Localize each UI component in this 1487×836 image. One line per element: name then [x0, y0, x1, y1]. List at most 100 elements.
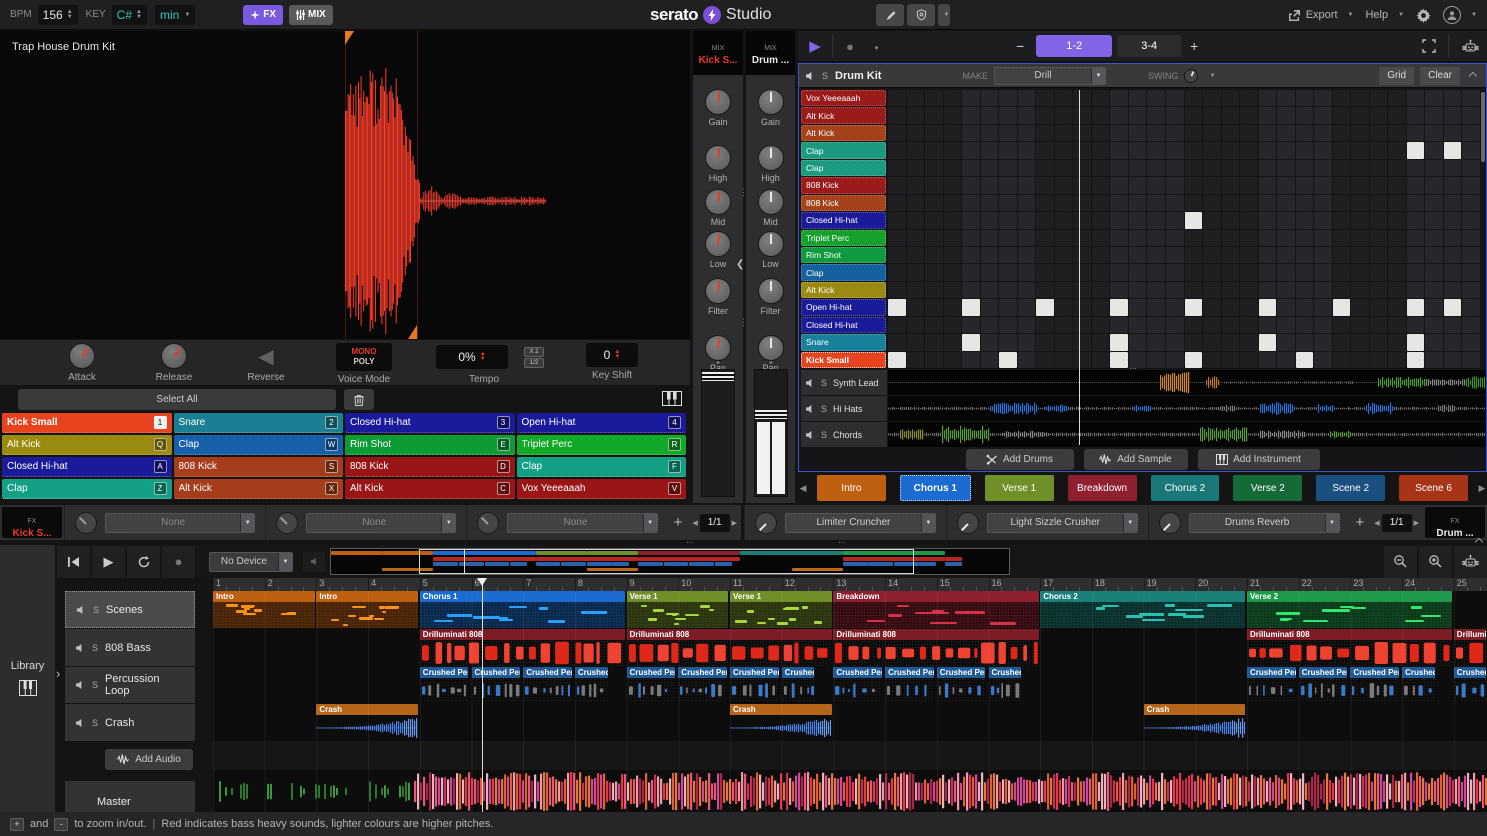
knob-gain[interactable] — [705, 89, 731, 115]
step-cell[interactable] — [1425, 125, 1443, 141]
knob-low[interactable] — [758, 231, 784, 257]
reverse-button[interactable]: ◀ — [221, 343, 311, 369]
step-cell[interactable] — [1147, 160, 1165, 176]
step-cell[interactable] — [1277, 352, 1295, 368]
step-cell[interactable] — [1166, 125, 1184, 141]
perc-clip[interactable]: Crushed Perc — [885, 667, 934, 703]
step-cell[interactable] — [907, 230, 925, 246]
step-cell[interactable] — [1259, 264, 1277, 280]
step-cell[interactable] — [1277, 177, 1295, 193]
step-cell[interactable] — [1092, 90, 1110, 106]
step-cell[interactable] — [1073, 247, 1091, 263]
step-cell[interactable] — [1222, 334, 1240, 350]
step-cell[interactable] — [1444, 212, 1462, 228]
step-cell[interactable] — [999, 230, 1017, 246]
step-cell[interactable] — [1222, 125, 1240, 141]
step-cell[interactable] — [1259, 125, 1277, 141]
knob-pan[interactable] — [705, 335, 731, 361]
step-cell[interactable] — [888, 247, 906, 263]
sequencer-row-label[interactable]: Alt Kick — [801, 282, 886, 298]
step-cell[interactable] — [1296, 264, 1314, 280]
step-cell[interactable] — [1462, 334, 1480, 350]
drum-pad-kick-small[interactable]: Kick Small1 — [2, 413, 172, 433]
bass-clip[interactable]: Drilluminati 808 — [1454, 629, 1487, 666]
step-cell[interactable] — [1314, 107, 1332, 123]
step-cell[interactable] — [1147, 212, 1165, 228]
chevron-down-icon[interactable]: ▼ — [921, 514, 935, 532]
step-cell[interactable] — [1462, 125, 1480, 141]
step-cell[interactable] — [1055, 317, 1073, 333]
step-cell[interactable] — [1222, 247, 1240, 263]
step-cell[interactable] — [1185, 212, 1203, 228]
timeline-track-header-percussion-loop[interactable]: SPercussion Loop — [65, 667, 195, 703]
step-cell[interactable] — [1351, 195, 1369, 211]
drum-pad-alt-kick[interactable]: Alt KickC — [345, 479, 515, 499]
volume-fader[interactable] — [701, 369, 735, 497]
step-cell[interactable] — [1203, 142, 1221, 158]
step-cell[interactable] — [1259, 212, 1277, 228]
step-cell[interactable] — [1203, 195, 1221, 211]
step-cell[interactable] — [1185, 247, 1203, 263]
sequencer-row-label[interactable]: 808 Kick — [801, 177, 886, 193]
perc-clip[interactable]: Crushed Perc — [472, 667, 521, 703]
step-cell[interactable] — [981, 212, 999, 228]
step-cell[interactable] — [1259, 299, 1277, 315]
step-cell[interactable] — [1166, 299, 1184, 315]
sample-waveform-display[interactable]: Trap House Drum Kit — [0, 31, 690, 339]
step-cell[interactable] — [1203, 264, 1221, 280]
step-cell[interactable] — [1147, 107, 1165, 123]
bpm-stepper-arrows[interactable]: ▲▼ — [67, 10, 73, 20]
step-cell[interactable] — [1092, 195, 1110, 211]
step-cell[interactable] — [1444, 264, 1462, 280]
step-cell[interactable] — [1444, 195, 1462, 211]
step-cell[interactable] — [1129, 334, 1147, 350]
solo-button[interactable]: S — [820, 377, 828, 389]
step-cell[interactable] — [962, 352, 980, 368]
step-cell[interactable] — [1018, 125, 1036, 141]
record-options-button[interactable]: ▼ — [867, 37, 881, 55]
step-cell[interactable] — [981, 299, 999, 315]
step-cell[interactable] — [1055, 107, 1073, 123]
step-cell[interactable] — [1185, 177, 1203, 193]
step-cell[interactable] — [1277, 125, 1295, 141]
step-cell[interactable] — [1110, 264, 1128, 280]
step-cell[interactable] — [1110, 334, 1128, 350]
drum-pad-clap[interactable]: ClapW — [174, 435, 344, 455]
midi-device-select[interactable]: No Device▼ — [209, 552, 293, 572]
step-cell[interactable] — [888, 317, 906, 333]
step-cell[interactable] — [1147, 90, 1165, 106]
step-cell[interactable] — [1240, 317, 1258, 333]
step-cell[interactable] — [1222, 352, 1240, 368]
sequencer-row-label[interactable]: Kick Small — [801, 352, 886, 368]
mixer-strip-header[interactable]: MIXDrum ... — [746, 31, 795, 75]
step-cell[interactable] — [1296, 212, 1314, 228]
step-cell[interactable] — [1444, 90, 1462, 106]
mute-icon[interactable] — [805, 71, 815, 81]
step-cell[interactable] — [999, 212, 1017, 228]
fx-amount-knob[interactable] — [75, 512, 97, 534]
step-cell[interactable] — [944, 177, 962, 193]
overview-viewport[interactable] — [419, 549, 914, 574]
step-cell[interactable] — [1259, 195, 1277, 211]
step-cell[interactable] — [1222, 264, 1240, 280]
mute-icon[interactable] — [75, 643, 85, 653]
step-cell[interactable] — [1092, 282, 1110, 298]
step-cell[interactable] — [1296, 299, 1314, 315]
step-cell[interactable] — [981, 107, 999, 123]
delete-pad-button[interactable] — [344, 389, 374, 410]
step-cell[interactable] — [1166, 352, 1184, 368]
step-cell[interactable] — [1166, 142, 1184, 158]
step-cell[interactable] — [1388, 107, 1406, 123]
step-cell[interactable] — [1036, 317, 1054, 333]
perc-clip[interactable]: Crushed Perc — [937, 667, 986, 703]
step-cell[interactable] — [1407, 352, 1425, 368]
step-cell[interactable] — [1240, 334, 1258, 350]
step-cell[interactable] — [1147, 142, 1165, 158]
attack-knob[interactable] — [69, 343, 95, 369]
step-cell[interactable] — [1147, 299, 1165, 315]
step-cell[interactable] — [1018, 107, 1036, 123]
perc-clip[interactable]: Crushed Perc — [730, 667, 779, 703]
step-cell[interactable] — [1259, 177, 1277, 193]
step-cell[interactable] — [1166, 160, 1184, 176]
step-cell[interactable] — [925, 282, 943, 298]
